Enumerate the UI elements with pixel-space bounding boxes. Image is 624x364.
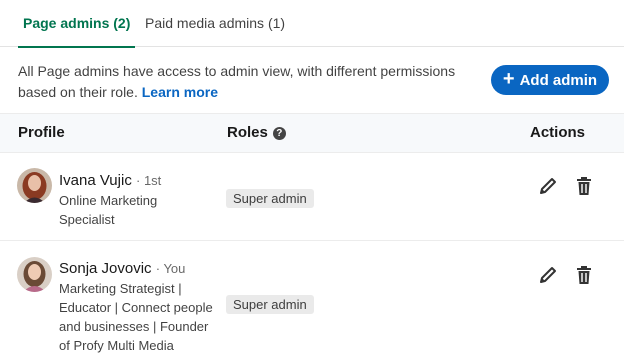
help-icon[interactable]: ? (272, 126, 286, 140)
add-admin-label: Add admin (519, 71, 598, 89)
admin-name[interactable]: Ivana Vujic (59, 172, 132, 189)
admin-profile: Sonja Jovovic · You Marketing Strategist… (59, 259, 219, 355)
intro-description: All Page admins have access to admin vie… (18, 63, 456, 100)
admin-headline: Marketing Strategist | Educator | Connec… (59, 279, 219, 355)
tab-bar: Page admins (2) Paid media admins (1) (0, 0, 624, 48)
headline-line: Specialist (59, 212, 115, 227)
profile-column-header: Profile (18, 124, 65, 141)
headline-line: of Profy Multi Media (59, 338, 174, 353)
roles-header-label: Roles (227, 124, 268, 141)
table-row: Ivana Vujic · 1st Online Marketing Speci… (0, 154, 624, 241)
admin-headline: Online Marketing Specialist (59, 191, 219, 229)
admin-name[interactable]: Sonja Jovovic (59, 260, 152, 277)
edit-button[interactable] (537, 264, 559, 286)
tab-page-admins[interactable]: Page admins (2) (18, 0, 136, 48)
role-badge: Super admin (226, 189, 314, 208)
trash-icon (577, 266, 591, 284)
headline-line: Marketing Strategist | (59, 281, 182, 296)
admin-profile: Ivana Vujic · 1st Online Marketing Speci… (59, 171, 219, 229)
actions-column-header: Actions (530, 124, 586, 141)
avatar[interactable] (17, 257, 52, 292)
trash-icon (577, 177, 591, 195)
headline-line: and businesses | Founder (59, 319, 209, 334)
intro-text: All Page admins have access to admin vie… (18, 61, 478, 103)
pencil-icon (540, 267, 556, 283)
plus-icon: + (502, 68, 515, 90)
tab-paid-media-admins[interactable]: Paid media admins (1) (145, 0, 285, 47)
headline-line: Online Marketing (59, 193, 158, 208)
headline-line: Educator | Connect people (59, 300, 213, 315)
avatar[interactable] (17, 168, 52, 203)
delete-button[interactable] (573, 264, 595, 286)
learn-more-link[interactable]: Learn more (142, 84, 218, 100)
add-admin-button[interactable]: + Add admin (491, 65, 609, 95)
connection-degree: · You (155, 261, 186, 276)
pencil-icon (540, 178, 556, 194)
roles-column-header: Roles ? (227, 114, 286, 152)
edit-button[interactable] (537, 175, 559, 197)
table-header: Profile Roles ? Actions (0, 113, 624, 153)
connection-degree: · 1st (136, 173, 162, 188)
role-badge: Super admin (226, 295, 314, 314)
table-row: Sonja Jovovic · You Marketing Strategist… (0, 242, 624, 364)
delete-button[interactable] (573, 175, 595, 197)
